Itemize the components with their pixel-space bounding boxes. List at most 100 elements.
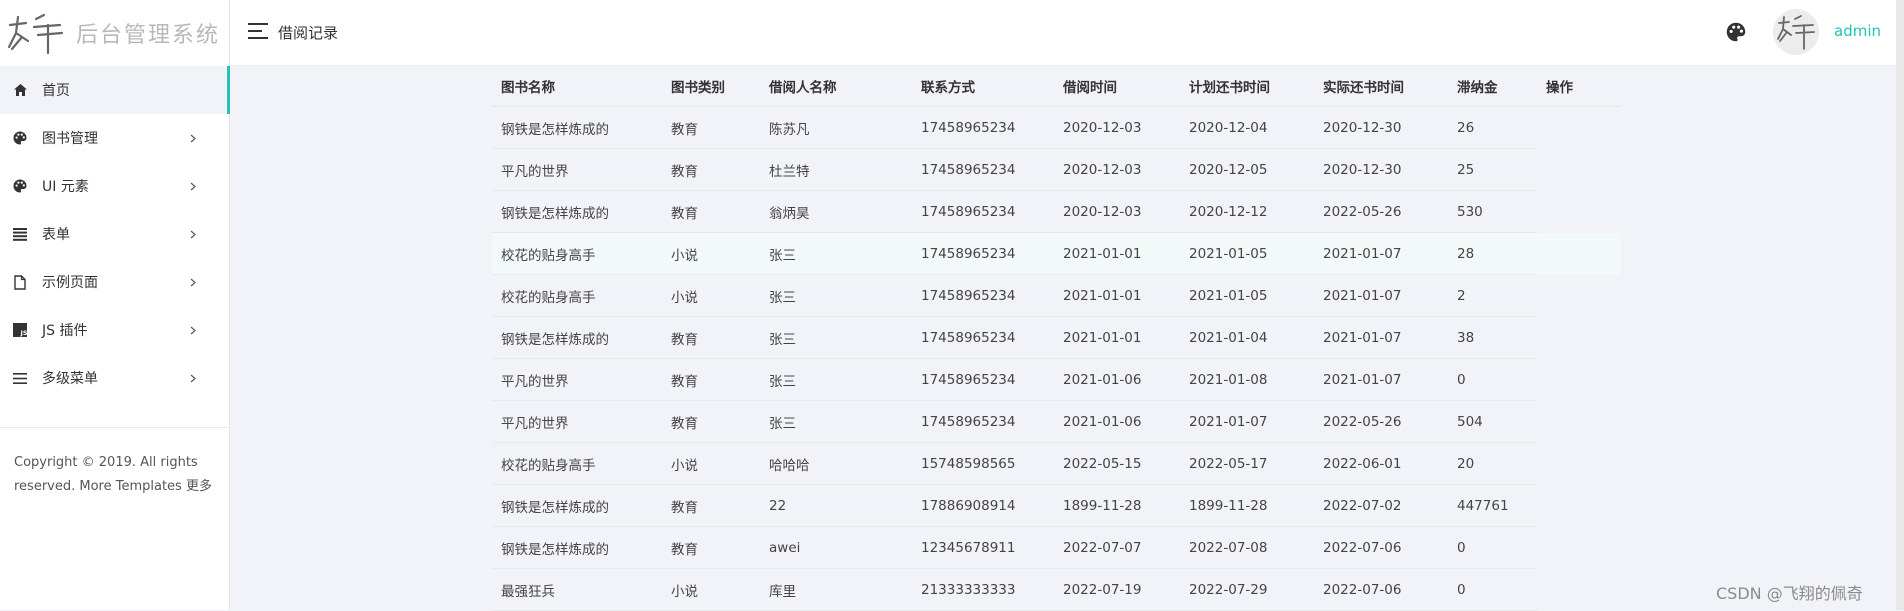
- table-cell-actions: [1537, 107, 1621, 149]
- table-cell: 17458965234: [912, 106, 1054, 149]
- table-row: 平凡的世界 教育 张三 17458965234 2021-01-06 2021-01-07…: [492, 400, 1621, 443]
- table-body: 钢铁是怎样炼成的 教育 陈苏凡 17458965234 2020-12-03 2020-1…: [492, 106, 1621, 611]
- table-cell: 2022-07-29: [1180, 568, 1314, 611]
- sidebar-menu: 首页 图书管理 UI 元素 表单 示例页面 JS JS 插件 多级菜单: [0, 66, 230, 402]
- file-icon: [12, 274, 28, 290]
- table-cell: 2021-01-05: [1180, 274, 1314, 317]
- table-cell: 翁炳昊: [760, 190, 912, 233]
- table-cell: 张三: [760, 316, 912, 359]
- table-cell: 2022-05-26: [1314, 400, 1448, 443]
- table-cell: 最强狂兵: [492, 568, 662, 611]
- table-cell: 平凡的世界: [492, 148, 662, 191]
- table-row: 钢铁是怎样炼成的 教育 陈苏凡 17458965234 2020-12-03 2020-1…: [492, 106, 1621, 149]
- table-cell: 17886908914: [912, 484, 1054, 527]
- table-cell: 2021-01-08: [1180, 358, 1314, 401]
- table-cell: 2020-12-03: [1054, 190, 1180, 233]
- brand[interactable]: 后台管理系统: [0, 0, 229, 66]
- table-cell: 教育: [662, 316, 760, 359]
- table-cell: 平凡的世界: [492, 400, 662, 443]
- sidebar: 后台管理系统 首页 图书管理 UI 元素 表单 示例页面 JS JS 插件 多级…: [0, 0, 230, 610]
- table-cell: 钢铁是怎样炼成的: [492, 526, 662, 569]
- table-cell: 2: [1448, 274, 1537, 317]
- table-cell: 38: [1448, 316, 1537, 359]
- table-cell: 钢铁是怎样炼成的: [492, 316, 662, 359]
- table-cell: 2022-07-06: [1314, 568, 1448, 611]
- column-header: 计划还书时间: [1180, 66, 1314, 107]
- sidebar-divider: [0, 427, 229, 428]
- table-cell: 小说: [662, 442, 760, 485]
- table-header-row: 图书名称 图书类别 借阅人名称 联系方式 借阅时间 计划还书时间 实际还书时间 …: [492, 66, 1621, 107]
- sidebar-item-label: 多级菜单: [42, 371, 98, 387]
- chevron-right-icon: [187, 372, 199, 384]
- table-cell: 小说: [662, 568, 760, 611]
- sidebar-item-label: UI 元素: [42, 179, 89, 195]
- table-cell-actions: [1537, 275, 1621, 317]
- table-cell: 2022-05-17: [1180, 442, 1314, 485]
- sidebar-item-js-plugins[interactable]: JS JS 插件: [0, 306, 229, 354]
- table-cell: 2020-12-04: [1180, 106, 1314, 149]
- page-scrollbar[interactable]: [1896, 0, 1904, 610]
- page-title: 借阅记录: [278, 24, 339, 42]
- chevron-right-icon: [187, 180, 199, 192]
- table-cell: 2022-07-19: [1054, 568, 1180, 611]
- table-cell: 17458965234: [912, 274, 1054, 317]
- borrow-records-table-container: 图书名称 图书类别 借阅人名称 联系方式 借阅时间 计划还书时间 实际还书时间 …: [492, 66, 1621, 611]
- table-cell: 教育: [662, 148, 760, 191]
- sidebar-item-home[interactable]: 首页: [0, 66, 230, 114]
- table-cell-actions: [1537, 359, 1621, 401]
- sidebar-item-forms[interactable]: 表单: [0, 210, 229, 258]
- chevron-right-icon: [187, 228, 199, 240]
- column-header: 实际还书时间: [1314, 66, 1448, 107]
- top-header: 借阅记录 admin: [230, 0, 1896, 66]
- borrow-records-table: 图书名称 图书类别 借阅人名称 联系方式 借阅时间 计划还书时间 实际还书时间 …: [492, 66, 1621, 611]
- table-cell: 2020-12-03: [1054, 148, 1180, 191]
- table-cell: 447761: [1448, 484, 1537, 527]
- table-cell: 2021-01-07: [1314, 232, 1448, 275]
- table-cell: 2020-12-05: [1180, 148, 1314, 191]
- username[interactable]: admin: [1834, 22, 1881, 40]
- table-cell: 张三: [760, 232, 912, 275]
- table-cell: 2021-01-06: [1054, 400, 1180, 443]
- table-cell: 2022-07-07: [1054, 526, 1180, 569]
- brand-name: 后台管理系统: [76, 23, 221, 48]
- table-cell: 2021-01-07: [1314, 316, 1448, 359]
- table-cell: 杜兰特: [760, 148, 912, 191]
- table-cell: 钢铁是怎样炼成的: [492, 106, 662, 149]
- table-cell: 2022-07-08: [1180, 526, 1314, 569]
- sidebar-item-multilevel-menu[interactable]: 多级菜单: [0, 354, 229, 402]
- table-cell: 教育: [662, 106, 760, 149]
- table-cell: 15748598565: [912, 442, 1054, 485]
- sidebar-item-book-management[interactable]: 图书管理: [0, 114, 229, 162]
- table-cell: 库里: [760, 568, 912, 611]
- table-cell: 22: [760, 484, 912, 527]
- table-cell: 2022-07-02: [1314, 484, 1448, 527]
- table-cell: 陈苏凡: [760, 106, 912, 149]
- table-cell: 教育: [662, 484, 760, 527]
- avatar[interactable]: [1773, 9, 1819, 55]
- table-row: 钢铁是怎样炼成的 教育 张三 17458965234 2021-01-01 2021-01…: [492, 316, 1621, 359]
- table-cell: 2021-01-05: [1180, 232, 1314, 275]
- table-cell: 17458965234: [912, 358, 1054, 401]
- copyright-text: Copyright © 2019. All rights reserved. M…: [14, 451, 214, 499]
- table-cell: 2020-12-30: [1314, 106, 1448, 149]
- table-cell: 2021-01-06: [1054, 358, 1180, 401]
- svg-text:JS: JS: [20, 329, 28, 337]
- table-cell: 0: [1448, 526, 1537, 569]
- hamburger-menu-icon[interactable]: [248, 22, 270, 40]
- avatar-logo-icon: [1777, 15, 1815, 50]
- theme-palette-icon[interactable]: [1726, 22, 1746, 42]
- sidebar-item-example-pages[interactable]: 示例页面: [0, 258, 229, 306]
- column-header: 操作: [1537, 66, 1621, 107]
- table-cell-actions: [1537, 443, 1621, 485]
- table-row: 校花的贴身高手 小说 张三 17458965234 2021-01-01 2021-01-…: [492, 274, 1621, 317]
- table-cell: 0: [1448, 358, 1537, 401]
- table-cell: 钢铁是怎样炼成的: [492, 484, 662, 527]
- chevron-right-icon: [187, 276, 199, 288]
- sidebar-item-label: 图书管理: [42, 131, 98, 147]
- table-cell: 2020-12-12: [1180, 190, 1314, 233]
- table-row: 平凡的世界 教育 张三 17458965234 2021-01-06 2021-01-08…: [492, 358, 1621, 401]
- table-cell: 教育: [662, 400, 760, 443]
- sidebar-item-ui-elements[interactable]: UI 元素: [0, 162, 229, 210]
- table-cell: 2021-01-07: [1314, 358, 1448, 401]
- table-cell: 1899-11-28: [1054, 484, 1180, 527]
